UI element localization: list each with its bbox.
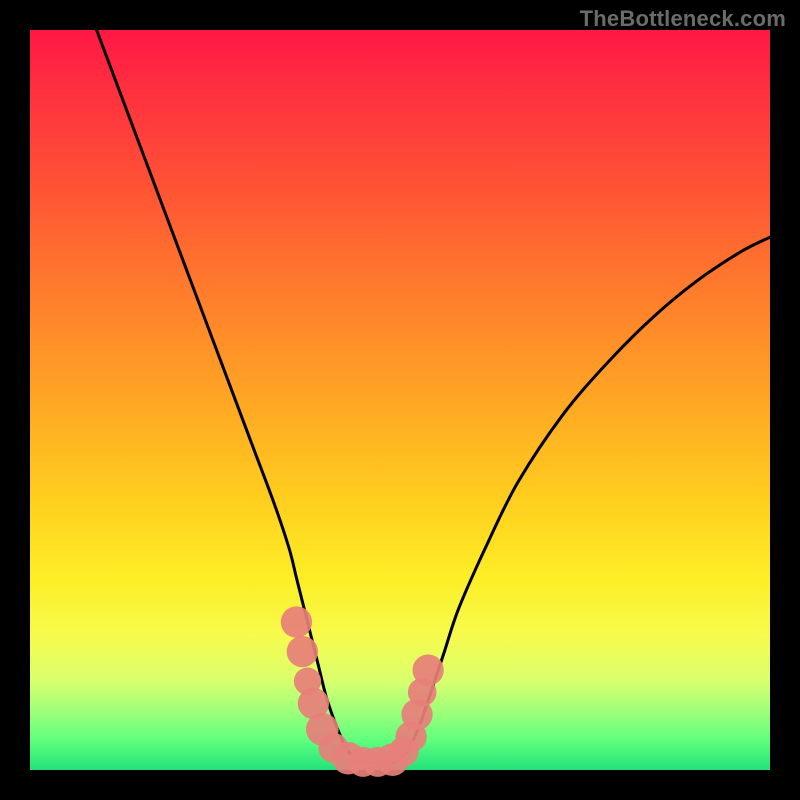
curve-right-limb xyxy=(400,237,770,759)
valley-marker xyxy=(412,654,443,685)
valley-marker xyxy=(287,636,318,667)
plot-area xyxy=(30,30,770,770)
marker-group xyxy=(281,606,444,777)
valley-marker xyxy=(281,606,312,637)
watermark-text: TheBottleneck.com xyxy=(580,6,786,32)
chart-frame: TheBottleneck.com xyxy=(0,0,800,800)
curve-layer xyxy=(30,30,770,770)
